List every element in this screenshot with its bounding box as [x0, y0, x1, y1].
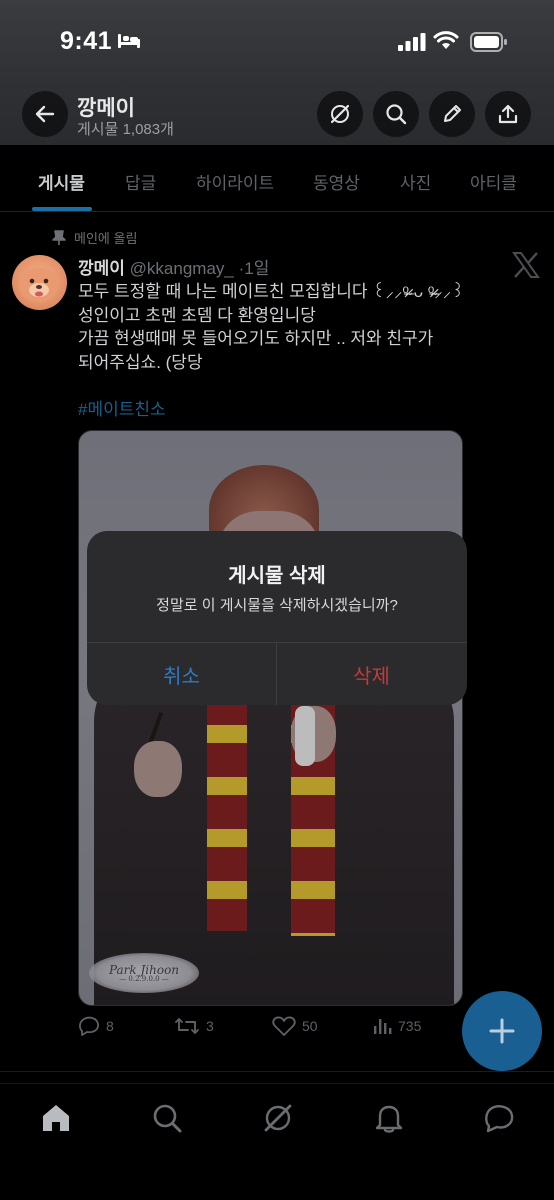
plus-icon — [489, 1018, 515, 1044]
reply-button[interactable]: 8 — [78, 1016, 114, 1036]
tab-highlights[interactable]: 하이라이트 — [196, 169, 274, 194]
hashtag-link[interactable]: #메이트친소 — [78, 395, 166, 420]
tweet-text-line: 가끔 현생때매 못 들어오기도 하지만 .. 저와 친구가 — [78, 329, 434, 348]
reply-icon — [79, 1016, 99, 1036]
cellular-signal-icon — [398, 33, 426, 51]
tweet-actions: 8 3 50 735 — [78, 1016, 458, 1042]
views-button[interactable]: 735 — [372, 1016, 421, 1036]
tab-videos[interactable]: 동영상 — [313, 169, 360, 194]
avatar[interactable] — [12, 255, 67, 310]
profile-tabs: 게시물 답글 하이라이트 동영상 사진 아티클 — [0, 145, 554, 212]
tweet-author-line: 깡메이 @kkangmay_ ·1일 — [78, 254, 269, 279]
search-icon — [386, 104, 407, 125]
photo-microphone — [295, 706, 315, 766]
alert-title: 게시물 삭제 — [228, 565, 326, 587]
delete-post-alert: 게시물 삭제 정말로 이 게시물을 삭제하시겠습니까? 취소 삭제 — [87, 531, 467, 705]
photo-scarf-left — [207, 691, 247, 931]
battery-icon — [470, 32, 507, 52]
compose-post-button[interactable] — [462, 991, 542, 1071]
search-icon — [153, 1104, 182, 1133]
home-icon — [43, 1105, 69, 1131]
feed-divider — [0, 1071, 554, 1072]
back-button[interactable] — [22, 91, 68, 137]
tweet-text: 모두 트정할 때 나는 메이트친 모집합니다 ꒰⸝⸝ᵒ̴̶̷ ᴗ ᵒ̴̶̷⸝⸝꒱… — [78, 280, 508, 374]
tab-photos[interactable]: 사진 — [400, 169, 431, 194]
search-button[interactable] — [373, 91, 419, 137]
tab-replies[interactable]: 답글 — [125, 169, 156, 194]
retweet-button[interactable]: 3 — [174, 1016, 214, 1036]
tab-posts[interactable]: 게시물 — [38, 169, 85, 194]
pin-icon — [52, 229, 66, 245]
pinned-indicator: 메인에 올림 — [52, 228, 137, 247]
pencil-icon — [444, 105, 461, 122]
pinned-label: 메인에 올림 — [74, 231, 138, 246]
like-button[interactable]: 50 — [272, 1016, 318, 1036]
retweet-icon — [175, 1018, 199, 1034]
x-logo-icon — [512, 252, 540, 278]
nav-notifications[interactable] — [369, 1100, 409, 1136]
profile-header: 9:41 깡메이 게시물 1,083개 — [0, 0, 554, 145]
wifi-icon — [433, 31, 459, 49]
views-chart-icon — [374, 1019, 392, 1034]
message-icon — [485, 1105, 514, 1133]
tab-articles[interactable]: 아티클 — [470, 169, 517, 194]
retweet-count: 3 — [206, 1018, 214, 1034]
author-handle[interactable]: @kkangmay_ — [130, 259, 234, 278]
nav-home[interactable] — [36, 1100, 76, 1136]
active-tab-indicator — [32, 207, 92, 211]
tweet-text-line: 모두 트정할 때 나는 메이트친 모집합니다 ꒰⸝⸝ᵒ̴̶̷ ᴗ ᵒ̴̶̷⸝⸝꒱ — [78, 282, 465, 301]
bell-icon — [375, 1105, 403, 1133]
alert-message: 정말로 이 게시물을 삭제하시겠습니까? — [156, 597, 398, 614]
photo-hand-left — [134, 741, 182, 797]
status-bar: 9:41 — [0, 0, 554, 84]
heart-icon — [272, 1016, 296, 1036]
author-display-name[interactable]: 깡메이 — [78, 259, 125, 278]
grok-button[interactable] — [317, 91, 363, 137]
grok-icon — [264, 1104, 292, 1132]
delete-button[interactable]: 삭제 — [277, 643, 466, 705]
share-button[interactable] — [485, 91, 531, 137]
status-time: 9:41 — [60, 27, 113, 55]
post-count: 게시물 1,083개 — [77, 121, 174, 138]
sleep-focus-icon — [118, 34, 140, 48]
reply-count: 8 — [106, 1018, 114, 1034]
photo-watermark: Park Jihoon — 0.2.9.0.0 — — [89, 953, 199, 993]
tweet-text-line: 성인이고 초멘 초뎀 다 환영입니당 — [78, 305, 316, 325]
tweet-text-line: 되어주십쇼. (당당 — [78, 352, 203, 372]
watermark-sub: — 0.2.9.0.0 — — [119, 975, 169, 983]
view-count: 735 — [398, 1018, 422, 1034]
nav-grok[interactable] — [258, 1100, 298, 1136]
avatar-character-image — [19, 268, 59, 302]
nav-messages[interactable] — [479, 1100, 519, 1136]
like-count: 50 — [302, 1018, 318, 1034]
tweet-time: ·1일 — [238, 259, 270, 278]
grok-icon — [330, 104, 350, 124]
cancel-button[interactable]: 취소 — [87, 643, 276, 705]
share-icon — [498, 104, 518, 124]
edit-profile-button[interactable] — [429, 91, 475, 137]
tweet-photo[interactable]: Park Jihoon — 0.2.9.0.0 — — [78, 430, 463, 1006]
arrow-left-icon — [35, 105, 55, 123]
nav-search[interactable] — [147, 1100, 187, 1136]
